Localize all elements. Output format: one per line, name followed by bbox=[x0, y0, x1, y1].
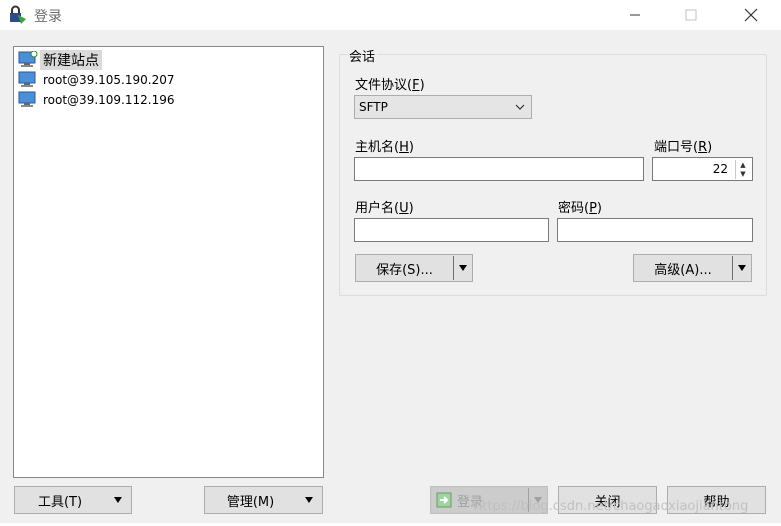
dropdown-arrow-icon bbox=[296, 496, 322, 504]
tree-item-label: root@39.105.190.207 bbox=[43, 72, 175, 87]
computer-icon bbox=[18, 71, 36, 87]
manage-button[interactable]: 管理(M) bbox=[204, 486, 323, 514]
protocol-label: 文件协议(F) bbox=[355, 78, 425, 93]
chevron-down-icon bbox=[515, 104, 525, 110]
new-site-icon bbox=[18, 51, 38, 67]
password-label: 密码(P) bbox=[558, 201, 602, 216]
maximize-button[interactable] bbox=[668, 0, 714, 30]
close-window-button[interactable] bbox=[728, 0, 774, 30]
user-label: 用户名(U) bbox=[355, 201, 414, 216]
port-spin-buttons[interactable]: ▲ ▼ bbox=[735, 160, 750, 179]
spin-down-icon[interactable]: ▼ bbox=[736, 169, 750, 178]
port-value: 22 bbox=[712, 162, 728, 176]
user-input[interactable] bbox=[354, 218, 549, 242]
tree-item-label: 新建站点 bbox=[40, 49, 102, 70]
tools-button[interactable]: 工具(T) bbox=[14, 486, 132, 514]
dropdown-arrow-icon[interactable] bbox=[733, 264, 751, 272]
session-group-title: 会话 bbox=[347, 46, 378, 65]
login-icon bbox=[431, 492, 457, 508]
tree-item-label: root@39.109.112.196 bbox=[43, 92, 175, 107]
tree-item-new-site[interactable]: 新建站点 bbox=[18, 49, 102, 70]
port-stepper[interactable]: 22 ▲ ▼ bbox=[652, 157, 753, 181]
password-input[interactable] bbox=[557, 218, 753, 242]
watermark-text: https://blog.csdn.net/chaogaoxiaojianton… bbox=[474, 499, 749, 514]
site-tree[interactable]: 新建站点 root@39.105.190.207 root@39.109.112… bbox=[13, 46, 324, 478]
host-label: 主机名(H) bbox=[355, 140, 414, 155]
dropdown-arrow-icon[interactable] bbox=[454, 264, 472, 272]
winscp-lock-icon bbox=[8, 5, 28, 25]
window-title: 登录 bbox=[34, 9, 62, 25]
protocol-select[interactable]: SFTP bbox=[354, 95, 532, 119]
computer-icon bbox=[18, 91, 36, 107]
dropdown-arrow-icon bbox=[105, 496, 131, 504]
spin-up-icon[interactable]: ▲ bbox=[736, 160, 750, 169]
advanced-button[interactable]: 高级(A)... bbox=[633, 254, 752, 282]
port-label: 端口号(R) bbox=[654, 140, 713, 155]
protocol-value: SFTP bbox=[359, 100, 388, 114]
save-button[interactable]: 保存(S)... bbox=[355, 254, 473, 282]
tree-item-site[interactable]: root@39.105.190.207 bbox=[18, 70, 174, 89]
minimize-button[interactable] bbox=[612, 0, 658, 30]
host-input[interactable] bbox=[354, 157, 644, 181]
tree-item-site[interactable]: root@39.109.112.196 bbox=[18, 90, 174, 109]
title-bar: 登录 bbox=[0, 0, 781, 30]
